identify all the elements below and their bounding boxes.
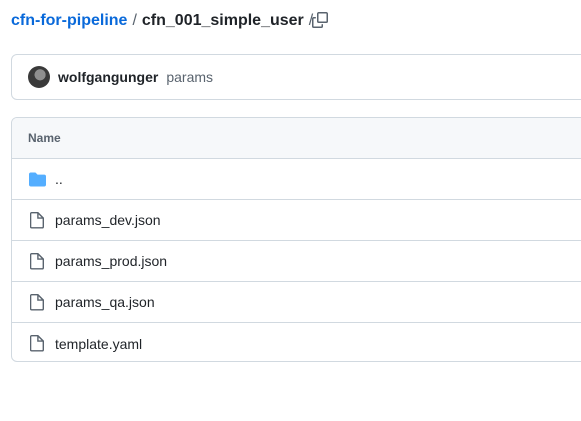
file-icon <box>28 211 46 229</box>
breadcrumb-repo-link[interactable]: cfn-for-pipeline <box>11 10 127 32</box>
avatar[interactable] <box>28 66 50 88</box>
table-row[interactable]: params_dev.json <box>12 200 581 241</box>
row-name[interactable]: params_prod.json <box>55 253 167 269</box>
row-name[interactable]: params_qa.json <box>55 294 155 310</box>
commit-author-link[interactable]: wolfgangunger <box>58 69 158 85</box>
table-header-name: Name <box>12 118 581 159</box>
folder-icon <box>28 170 46 188</box>
table-row-parent-directory[interactable]: .. <box>12 159 581 200</box>
copy-path-button[interactable] <box>309 9 331 31</box>
breadcrumb: cfn-for-pipeline / cfn_001_simple_user / <box>11 10 318 32</box>
file-icon <box>28 293 46 311</box>
table-row[interactable]: params_prod.json <box>12 241 581 282</box>
row-name[interactable]: template.yaml <box>55 336 142 352</box>
copy-icon <box>312 12 328 28</box>
commit-message-link[interactable]: params <box>166 69 213 85</box>
breadcrumb-current-folder: cfn_001_simple_user <box>141 12 304 29</box>
file-list-table: Name .. params_dev.json params_prod.json <box>11 117 581 362</box>
breadcrumb-separator: / <box>132 12 137 29</box>
row-name[interactable]: .. <box>55 171 63 187</box>
latest-commit-bar: wolfgangunger params <box>11 54 581 100</box>
file-icon <box>28 252 46 270</box>
row-name[interactable]: params_dev.json <box>55 212 161 228</box>
table-row[interactable]: params_qa.json <box>12 282 581 323</box>
file-icon <box>28 335 46 353</box>
table-row[interactable]: template.yaml <box>12 323 581 361</box>
